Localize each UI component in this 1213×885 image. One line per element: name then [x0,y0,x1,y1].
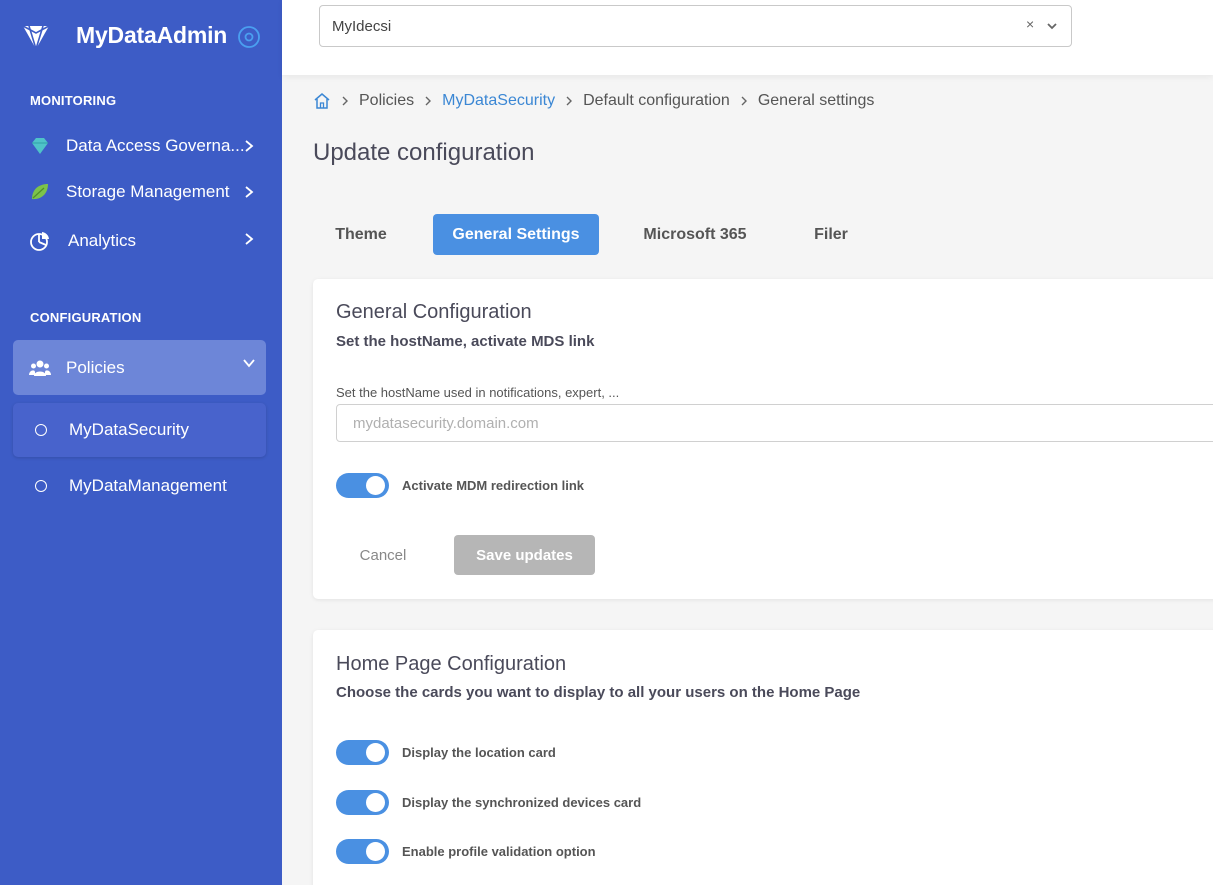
breadcrumb-item[interactable]: MyDataSecurity [442,92,555,110]
mdm-redirection-toggle-row: Activate MDM redirection link [336,473,584,498]
users-icon [29,360,51,376]
toggle-knob [366,743,385,762]
sidebar-subitem-label: MyDataSecurity [69,420,189,439]
card-subtitle: Set the hostName, activate MDS link [336,333,595,350]
chevron-right-icon [245,140,254,152]
clear-icon[interactable]: × [1026,16,1034,32]
synchronized-devices-toggle[interactable] [336,790,389,815]
cancel-button[interactable]: Cancel [336,535,430,575]
breadcrumb: Policies MyDataSecurity Default configur… [313,90,874,112]
brand[interactable]: MyDataAdmin [20,18,227,54]
monitoring-section-title: MONITORING [30,93,117,108]
mdm-redirection-toggle[interactable] [336,473,389,498]
toggle-label: Activate MDM redirection link [402,478,585,493]
brand-name: MyDataAdmin [76,22,228,48]
tab-microsoft-365[interactable]: Microsoft 365 [623,214,767,255]
sidebar-subitem-label: MyDataManagement [69,476,227,495]
configuration-section-title: CONFIGURATION [30,310,142,325]
logo-icon [22,25,50,52]
chevron-right-icon [566,96,573,106]
chevron-down-icon[interactable] [1046,20,1058,32]
profile-validation-toggle[interactable] [336,839,389,864]
home-page-configuration-card: Home Page Configuration Choose the cards… [313,630,1213,885]
sidebar-subitem-mydatamanagement[interactable]: MyDataManagement [13,459,266,513]
toggle-label: Enable profile validation option [402,844,596,859]
breadcrumb-item[interactable]: Default configuration [583,92,730,110]
sidebar: MyDataAdmin MONITORING Data Access Gover… [0,0,282,885]
save-updates-button[interactable]: Save updates [454,535,595,575]
profile-validation-toggle-row: Enable profile validation option [336,839,596,864]
top-bar: MyIdecsi × [282,0,1213,75]
breadcrumb-item[interactable]: Policies [359,92,414,110]
tab-theme[interactable]: Theme [313,214,409,255]
toggle-knob [366,476,385,495]
page-title: Update configuration [313,139,535,166]
sidebar-item-policies[interactable]: Policies [13,340,266,395]
sidebar-item-analytics[interactable]: Analytics [13,218,266,264]
chevron-right-icon [245,186,254,198]
pie-chart-icon [30,232,49,251]
sidebar-item-label: Storage Management [66,182,230,201]
card-subtitle: Choose the cards you want to display to … [336,684,861,701]
toggle-knob [366,793,385,812]
gem-icon [32,138,48,154]
location-card-toggle[interactable] [336,740,389,765]
general-configuration-card: General Configuration Set the hostName, … [313,279,1213,599]
sidebar-collapse-icon[interactable] [237,25,261,49]
chevron-down-icon [243,359,255,368]
bullet-icon [35,480,47,492]
sidebar-subitem-mydatasecurity[interactable]: MyDataSecurity [13,403,266,457]
toggle-knob [366,842,385,861]
hostname-input[interactable] [337,405,1213,441]
hostname-field-label: Set the hostName used in notifications, … [336,385,620,400]
sidebar-item-data-access-governance[interactable]: Data Access Governa... [13,123,266,169]
chevron-right-icon [425,96,432,106]
tab-filer[interactable]: Filer [791,214,871,255]
chevron-right-icon [741,96,747,106]
tenant-select[interactable]: MyIdecsi × [319,5,1072,47]
bullet-icon [35,424,47,436]
card-title: Home Page Configuration [336,653,567,675]
breadcrumb-item-current: General settings [757,92,875,109]
synchronized-devices-toggle-row: Display the synchronized devices card [336,790,641,815]
sidebar-item-label: Policies [66,357,125,377]
chevron-right-icon [245,233,254,245]
toggle-label: Display the synchronized devices card [402,795,642,810]
tenant-select-value: MyIdecsi [332,18,392,35]
card-title: General Configuration [336,301,532,323]
toggle-label: Display the location card [402,745,556,760]
sidebar-item-label: Analytics [68,231,137,250]
sidebar-item-label: Data Access Governa... [66,136,245,155]
leaf-icon [32,184,48,200]
location-card-toggle-row: Display the location card [336,740,556,765]
hostname-field[interactable] [336,404,1213,442]
chevron-right-icon [342,96,348,106]
sidebar-item-storage-management[interactable]: Storage Management [13,169,266,215]
home-icon[interactable] [313,92,331,110]
tab-general-settings[interactable]: General Settings [433,214,599,255]
